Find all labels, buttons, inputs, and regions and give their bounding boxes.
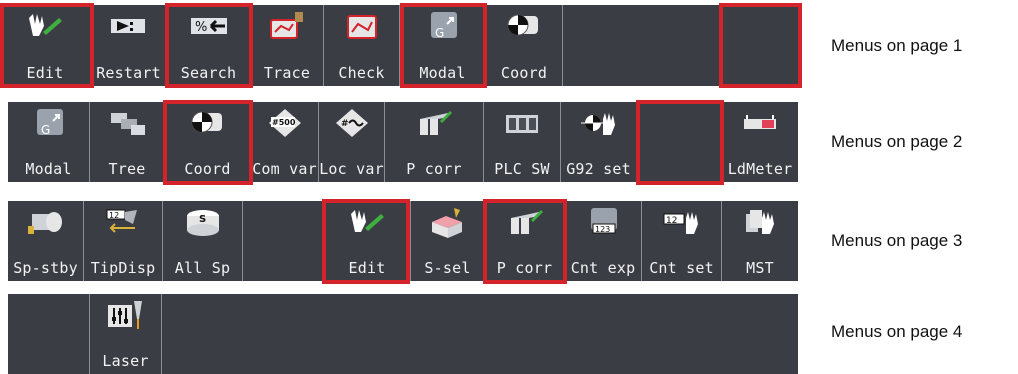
menu-label: Check (338, 64, 385, 82)
svg-text:#500: #500 (272, 118, 296, 127)
menu-label: P corr (406, 160, 462, 178)
menu-button-cnt-set[interactable]: 12 Cnt set (642, 201, 722, 281)
menu-label: G92 set (566, 160, 631, 178)
menu-label: Edit (26, 64, 64, 82)
svg-text:%: % (195, 20, 207, 35)
caption-page-1: Menus on page 1 (831, 36, 963, 55)
menu-label: PLC SW (494, 160, 550, 178)
menu-button-edit[interactable]: Edit (324, 201, 411, 281)
local-variable-icon: # (335, 109, 368, 137)
restart-arrow-icon (110, 19, 145, 33)
load-meter-icon (744, 115, 776, 129)
svg-text:G: G (435, 26, 444, 40)
common-variable-500-icon: #500 (268, 109, 301, 137)
menu-button-tree[interactable]: Tree (90, 102, 165, 182)
coord-icon (507, 14, 538, 36)
tree-windows-icon (111, 113, 145, 135)
mst-hand-icon (746, 210, 774, 234)
menu-button-coord[interactable]: Coord (165, 102, 251, 182)
tip-display-icon: 12 (106, 209, 137, 233)
p-correction-icon (510, 210, 543, 234)
menu-button-modal[interactable]: G Modal (400, 5, 486, 86)
caption-page-3: Menus on page 3 (831, 231, 963, 250)
svg-text:#: # (341, 119, 349, 129)
menu-button-cnt-exp[interactable]: 123 Cnt exp (565, 201, 642, 281)
menu-label: Coord (184, 160, 231, 178)
caption-page-2: Menus on page 2 (831, 132, 963, 151)
menu-button-restart[interactable]: Restart (91, 5, 167, 86)
modal-g-icon: G (430, 12, 457, 40)
menu-button-coord[interactable]: Coord (486, 5, 563, 86)
menu-button-ldmeter[interactable]: LdMeter (722, 102, 798, 182)
menu-button-empty[interactable] (637, 102, 722, 182)
check-path-icon (346, 15, 377, 39)
menu-label: Sp-stby (13, 259, 78, 277)
menu-button-edit[interactable]: Edit (0, 5, 91, 86)
menu-label: Cnt exp (570, 259, 636, 277)
menu-label: S-sel (424, 259, 471, 277)
laser-sliders-icon (107, 301, 142, 329)
menu-bar-page-4: Laser (8, 294, 798, 374)
menu-button-modal[interactable]: G Modal (8, 102, 90, 182)
svg-text:12: 12 (666, 216, 677, 226)
counter-set-icon: 12 (663, 212, 698, 234)
search-percent-arrow-icon: % (190, 18, 227, 35)
menu-bar-page-1: Edit Restart % Search Trace Check G Moda… (0, 5, 798, 86)
svg-text:123: 123 (595, 225, 610, 234)
all-spindle-s-icon: S (186, 210, 219, 236)
spindle-select-icon (431, 208, 462, 238)
menu-button-p-corr[interactable]: P corr (385, 102, 484, 182)
edit-hand-pen-icon (351, 210, 384, 232)
menu-label: Loc var (319, 160, 384, 178)
spindle-standby-icon (27, 212, 62, 234)
modal-g-icon: G (36, 109, 63, 137)
svg-text:12: 12 (109, 211, 119, 220)
menu-button-empty[interactable] (722, 5, 798, 86)
menu-button-empty[interactable] (243, 201, 324, 281)
menu-label: Com var (252, 160, 317, 178)
g92-set-hand-icon (580, 113, 615, 135)
caption-page-4: Menus on page 4 (831, 322, 963, 341)
menu-label: Modal (25, 160, 72, 178)
svg-text:G: G (41, 123, 50, 137)
menu-button-s-sel[interactable]: S-sel (411, 201, 485, 281)
menu-button-loc-var[interactable]: # Loc var (319, 102, 385, 182)
menu-bar-page-2: G Modal Tree Coord #500 Com var # Loc va… (8, 102, 798, 182)
counter-expand-icon: 123 (591, 208, 617, 234)
menu-button-p-corr[interactable]: P corr (485, 201, 565, 281)
menu-label: Search (180, 64, 237, 82)
menu-label: Cnt set (649, 259, 714, 277)
menu-label: Laser (102, 352, 149, 370)
menu-button-mst[interactable]: MST (722, 201, 798, 281)
menu-bar-page-3: Sp-stby 12 TipDisp S All Sp Edit S-sel P… (8, 201, 798, 281)
menu-label: P corr (496, 259, 553, 277)
menu-button-check[interactable]: Check (324, 5, 400, 86)
menu-label: TipDisp (90, 259, 156, 277)
trace-machine-icon (270, 12, 303, 39)
menu-button-trace[interactable]: Trace (251, 5, 324, 86)
menu-label: All Sp (174, 259, 231, 277)
edit-hand-pen-icon (29, 14, 62, 36)
menu-button-search[interactable]: % Search (167, 5, 251, 86)
menu-button-sp-stby[interactable]: Sp-stby (8, 201, 84, 281)
menu-label: MST (746, 259, 774, 277)
plc-switch-icon (506, 115, 538, 133)
menu-button-plc-sw[interactable]: PLC SW (484, 102, 561, 182)
menu-button-tipdisp[interactable]: 12 TipDisp (84, 201, 163, 281)
menu-label: Edit (348, 259, 386, 277)
menu-label: Modal (419, 64, 466, 82)
menu-label: Tree (108, 160, 146, 178)
svg-text:S: S (199, 214, 206, 225)
menu-button-g92-set[interactable]: G92 set (561, 102, 637, 182)
coord-icon (191, 111, 222, 133)
menu-button-laser[interactable]: Laser (90, 294, 162, 374)
menu-label: Coord (500, 64, 548, 82)
menu-label: LdMeter (727, 160, 793, 178)
menu-label: Restart (96, 64, 161, 82)
p-correction-icon (420, 111, 452, 135)
menu-button-all-sp[interactable]: S All Sp (163, 201, 243, 281)
menu-button-empty[interactable] (8, 294, 90, 374)
menu-label: Trace (263, 64, 311, 82)
menu-button-com-var[interactable]: #500 Com var (251, 102, 319, 182)
